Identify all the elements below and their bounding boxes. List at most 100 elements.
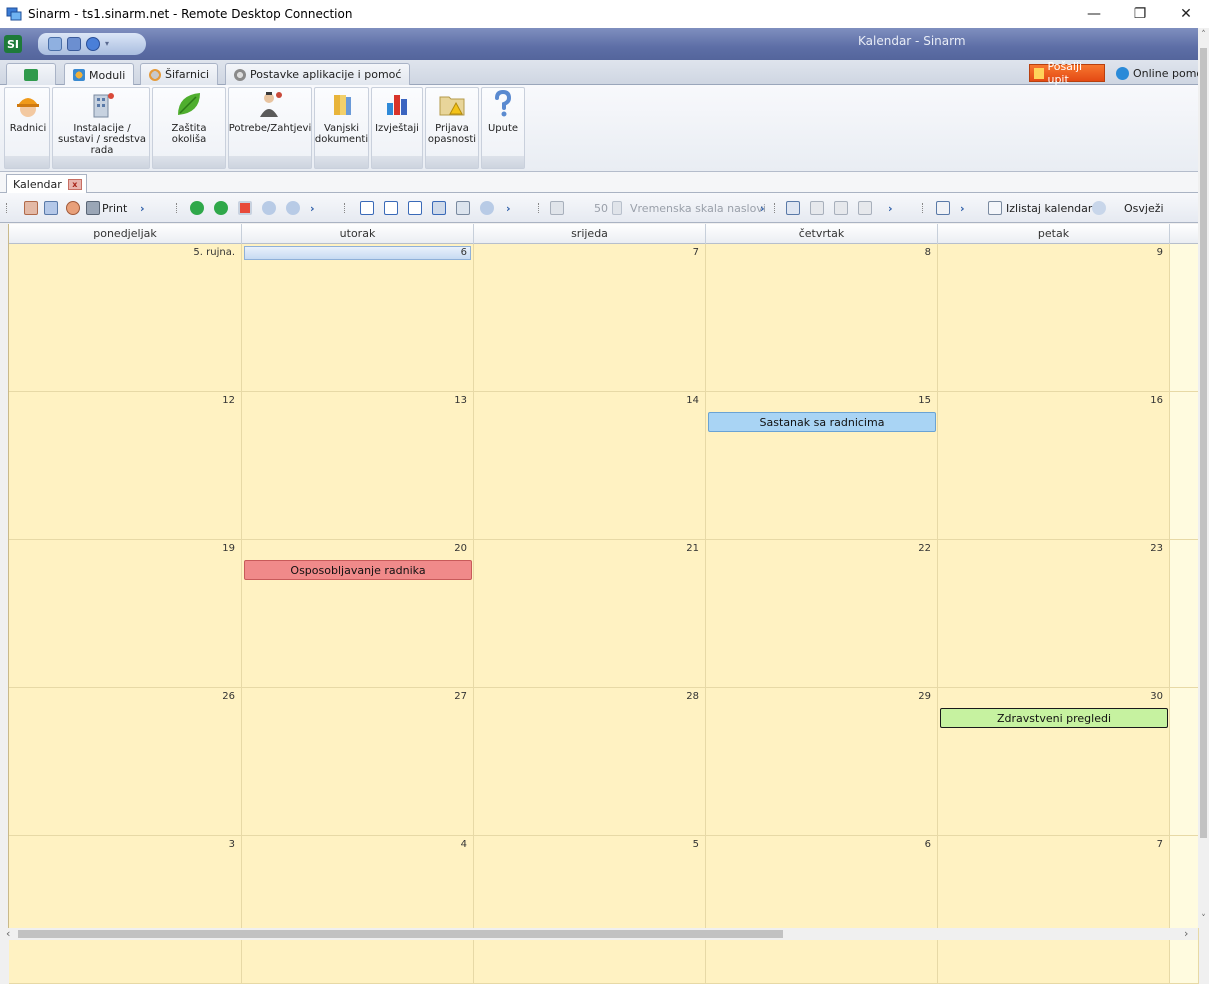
toolbar-overflow-icon[interactable]: › [888, 202, 893, 215]
toolbar-overflow-icon[interactable]: › [760, 202, 765, 215]
tab-moduli[interactable]: Moduli [64, 63, 135, 86]
zastita-okolisa-button[interactable]: Zaštita okoliša [154, 89, 224, 145]
minimize-button[interactable]: — [1071, 6, 1117, 22]
next-icon[interactable] [214, 201, 228, 215]
day-cell[interactable]: 8 [706, 244, 938, 392]
day-cell[interactable]: 5. rujna. [9, 244, 242, 392]
day-cell[interactable]: 28 [474, 688, 706, 836]
toolbar-grip[interactable] [6, 203, 8, 213]
refresh-button[interactable]: Osvježi [1124, 202, 1164, 215]
restore-button[interactable]: ❐ [1117, 6, 1163, 22]
day-cell[interactable]: 21 [474, 540, 706, 688]
appointment[interactable]: Zdravstveni pregledi [940, 708, 1168, 728]
close-button[interactable]: ✕ [1163, 6, 1209, 22]
scroll-thumb[interactable] [1200, 48, 1207, 838]
toolbar-grip[interactable] [922, 203, 924, 213]
toolbar-overflow-icon[interactable]: › [960, 202, 965, 215]
send-query-button[interactable]: Pošalji upit [1029, 60, 1105, 86]
scroll-thumb[interactable] [18, 930, 783, 938]
vertical-scrollbar[interactable]: ˄ ˅ [1198, 28, 1209, 928]
day-cell-overflow[interactable] [1170, 392, 1199, 540]
app-menu-tab[interactable] [6, 63, 56, 85]
toolbar-grip[interactable] [774, 203, 776, 213]
grid-icon[interactable] [810, 201, 824, 215]
vanjski-dokumenti-button[interactable]: Vanjski dokumenti [315, 89, 368, 145]
tab-postavke[interactable]: Postavke aplikacije i pomoć [225, 63, 411, 85]
day-cell[interactable]: 3 [9, 836, 242, 984]
day-cell[interactable]: 12 [9, 392, 242, 540]
layout-icon[interactable] [786, 201, 800, 215]
day-cell[interactable]: 26 [9, 688, 242, 836]
scroll-right-icon[interactable]: › [1184, 927, 1188, 940]
app-logo[interactable]: SI [4, 35, 22, 53]
day-cell[interactable]: 14 [474, 392, 706, 540]
print-icon[interactable] [86, 201, 100, 215]
work-week-view-icon[interactable] [384, 201, 398, 215]
previous-icon[interactable] [190, 201, 204, 215]
day-cell[interactable]: 23 [938, 540, 1170, 688]
day-cell[interactable]: 5 [474, 836, 706, 984]
day-cell-overflow[interactable] [1170, 836, 1199, 984]
radnici-button[interactable]: Radnici [8, 89, 48, 134]
info-icon[interactable] [86, 37, 100, 51]
list-calendar-icon[interactable] [988, 201, 1002, 215]
time-scale-value[interactable]: 50 [594, 202, 608, 215]
day-cell[interactable]: 6 [706, 836, 938, 984]
zoom-in-icon[interactable] [262, 201, 276, 215]
day-cell[interactable]: 6 [242, 244, 474, 392]
tab-sifarnici[interactable]: Šifarnici [140, 63, 219, 85]
day-cell[interactable]: 4 [242, 836, 474, 984]
toolbar-grip[interactable] [176, 203, 178, 213]
export-icon[interactable] [936, 201, 950, 215]
today-icon[interactable] [238, 201, 252, 215]
prijava-opasnosti-button[interactable]: Prijava opasnosti [427, 89, 477, 145]
izvjestaji-button[interactable]: Izvještaji [373, 89, 421, 134]
day-cell[interactable]: 19 [9, 540, 242, 688]
toolbar-overflow-icon[interactable]: › [310, 202, 315, 215]
day-cell[interactable]: 29 [706, 688, 938, 836]
day-cell[interactable]: 7 [474, 244, 706, 392]
toolbar-overflow-icon[interactable]: › [140, 202, 145, 215]
zoom-out-icon[interactable] [286, 201, 300, 215]
time-scale-captions[interactable]: Vremenska skala naslovi [630, 202, 766, 215]
day-cell-overflow[interactable] [1170, 688, 1199, 836]
dropdown-chevron-icon[interactable]: ▾ [105, 40, 113, 48]
print-button[interactable]: Print [102, 202, 127, 215]
group-by-icon[interactable] [550, 201, 564, 215]
calendar-icon[interactable] [48, 37, 62, 51]
scroll-down-icon[interactable]: ˅ [1198, 914, 1209, 924]
toolbar-grip[interactable] [538, 203, 540, 213]
gantt-view-icon[interactable] [480, 201, 494, 215]
tab-kalendar[interactable]: Kalendar x [6, 174, 87, 193]
horizontal-scrollbar[interactable]: ‹ › [0, 927, 1198, 940]
instalacije-button[interactable]: Instalacije / sustavi / sredstva rada [56, 89, 148, 156]
month-view-icon[interactable] [432, 201, 446, 215]
columns-icon[interactable] [834, 201, 848, 215]
appointment[interactable]: Osposobljavanje radnika [244, 560, 472, 580]
timeline-view-icon[interactable] [456, 201, 470, 215]
refresh-icon[interactable] [1092, 201, 1106, 215]
day-cell[interactable]: 22 [706, 540, 938, 688]
toolbar-overflow-icon[interactable]: › [506, 202, 511, 215]
spinner-icon[interactable] [612, 201, 622, 215]
upute-button[interactable]: Upute [483, 89, 523, 134]
document-icon[interactable] [67, 37, 81, 51]
day-cell[interactable]: 13 [242, 392, 474, 540]
day-cell[interactable]: 7 [938, 836, 1170, 984]
toolbar-grip[interactable] [344, 203, 346, 213]
scroll-left-icon[interactable]: ‹ [6, 927, 10, 940]
online-help-button[interactable]: Online pomoć [1116, 64, 1209, 82]
day-cell-overflow[interactable] [1170, 244, 1199, 392]
user-icon[interactable] [66, 201, 80, 215]
options-icon[interactable] [858, 201, 872, 215]
potrebe-zahtjevi-button[interactable]: Potrebe/Zahtjevi [229, 89, 311, 134]
close-tab-icon[interactable]: x [67, 178, 82, 190]
day-cell[interactable]: 16 [938, 392, 1170, 540]
new-appointment-icon[interactable] [24, 201, 38, 215]
list-calendar-button[interactable]: Izlistaj kalendar [1006, 202, 1092, 215]
day-view-icon[interactable] [360, 201, 374, 215]
day-cell-overflow[interactable] [1170, 540, 1199, 688]
day-cell[interactable]: 9 [938, 244, 1170, 392]
appointment[interactable]: Sastanak sa radnicima [708, 412, 936, 432]
scroll-up-icon[interactable]: ˄ [1198, 30, 1209, 40]
